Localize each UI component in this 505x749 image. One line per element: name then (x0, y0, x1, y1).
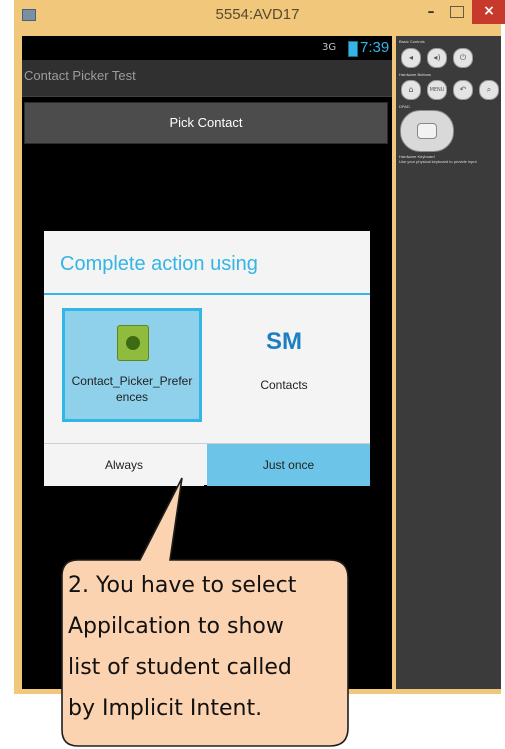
callout-line: by Implicit Intent. (68, 696, 263, 721)
annotation-callout: 2. You have to select Appilcation to sho… (0, 0, 505, 749)
callout-line: 2. You have to select (68, 573, 297, 598)
callout-line: Appilcation to show (68, 614, 284, 639)
callout-line: list of student called (68, 655, 292, 680)
callout-text: 2. You have to select Appilcation to sho… (68, 565, 334, 729)
